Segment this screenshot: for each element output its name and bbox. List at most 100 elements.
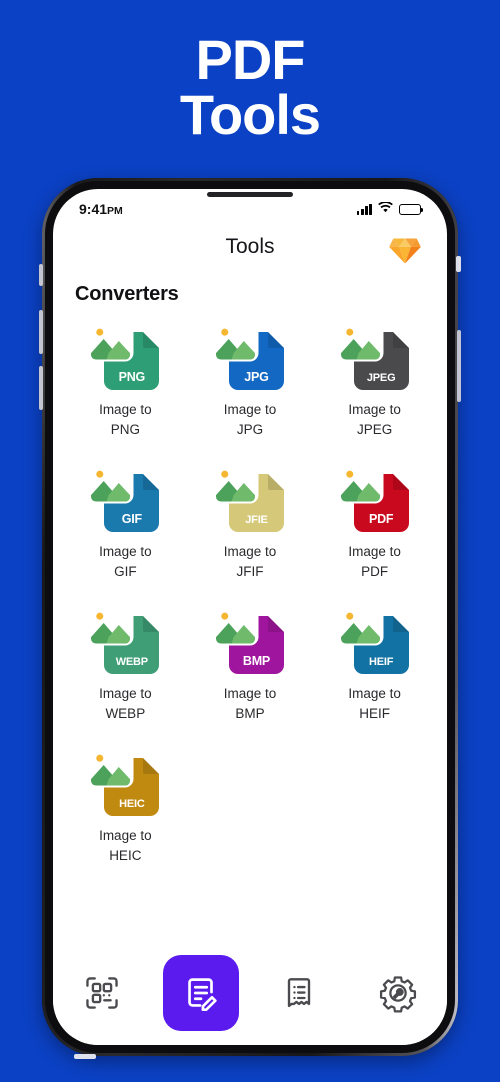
photo-thumbnail (338, 604, 382, 645)
tool-card[interactable]: JFIE Image to JFIF (188, 461, 313, 581)
tool-icon: GIF (89, 461, 161, 533)
file-format-label: JFIE (245, 514, 268, 527)
volume-up-button[interactable] (39, 310, 43, 354)
tool-label: Image to PNG (99, 400, 152, 439)
photo-thumbnail-icon (338, 320, 382, 360)
tool-card[interactable]: JPG Image to JPG (188, 319, 313, 439)
tool-label-line1: Image to (348, 686, 401, 702)
photo-thumbnail-icon (338, 462, 382, 503)
tool-label-line2: PDF (361, 563, 389, 579)
wifi-icon (378, 200, 393, 218)
tool-card[interactable]: HEIF Image to HEIF (312, 603, 437, 723)
photo-thumbnail (89, 320, 133, 360)
tool-label-line2: PNG (110, 421, 140, 437)
photo-thumbnail (213, 462, 257, 503)
tool-label: Image to JPEG (348, 400, 401, 439)
tool-label-line2: JPEG (357, 421, 393, 437)
tool-icon: JFIE (213, 461, 286, 533)
phone-screen: 9:41PM Tools Converters PNG Image to PNG… (53, 189, 447, 1045)
status-time-value: 9:41 (79, 201, 108, 217)
power-button[interactable] (457, 330, 461, 402)
battery-icon (399, 203, 424, 215)
tool-label: Image to PDF (348, 542, 401, 581)
tool-label: Image to GIF (99, 542, 152, 581)
tool-label-line2: GIF (114, 563, 137, 579)
file-format-label: JPG (244, 370, 269, 384)
tool-card[interactable]: PDF Image to PDF (312, 461, 437, 581)
tool-label: Image to HEIF (348, 684, 401, 723)
tool-label-line2: JPG (236, 421, 264, 437)
photo-thumbnail (89, 604, 133, 645)
tool-label-line2: HEIF (359, 705, 391, 721)
side-accessory-button[interactable] (456, 256, 461, 272)
tab-qr-scan[interactable] (53, 973, 152, 1013)
tool-icon: JPG (213, 319, 286, 391)
document-edit-icon (187, 978, 217, 1012)
bottom-tab-bar (53, 941, 447, 1045)
diamond-icon[interactable] (385, 235, 425, 267)
tool-card[interactable]: WEBP Image to WEBP (63, 603, 188, 723)
tool-label-line1: Image to (99, 828, 152, 844)
photo-thumbnail (213, 604, 257, 645)
qr-scan-icon (86, 977, 118, 1009)
tool-label: Image to HEIC (99, 826, 152, 865)
phone-mockup: 9:41PM Tools Converters PNG Image to PNG… (39, 178, 461, 1059)
tool-icon: BMP (213, 603, 286, 675)
tool-icon: PNG (89, 319, 161, 391)
photo-thumbnail-icon (214, 604, 257, 645)
promo-title-line2: Tools (179, 82, 321, 146)
tools-grid: PNG Image to PNG JPG Image to JPG JPEG I… (63, 319, 437, 866)
tab-settings[interactable] (349, 973, 448, 1013)
tool-label: Image to WEBP (99, 684, 152, 723)
file-format-label: BMP (242, 654, 271, 669)
photo-thumbnail (338, 462, 382, 503)
tool-label-line1: Image to (223, 402, 277, 417)
photo-thumbnail-icon (89, 746, 133, 787)
promo-banner: PDF Tools (0, 0, 500, 175)
photo-thumbnail (213, 320, 257, 360)
tool-label-line2: JFIF (236, 563, 264, 579)
tool-label-line2: BMP (235, 705, 265, 721)
tool-label-line1: Image to (348, 544, 401, 560)
status-time: 9:41PM (79, 201, 123, 217)
tab-documents[interactable] (152, 955, 251, 1031)
tool-label-line1: Image to (223, 544, 277, 560)
cellular-signal-icon (356, 203, 372, 215)
file-format-label: JPEG (366, 372, 396, 384)
tool-label-line1: Image to (99, 686, 152, 702)
tab-files[interactable] (250, 973, 349, 1013)
volume-down-button[interactable] (39, 366, 43, 410)
photo-thumbnail (338, 320, 382, 360)
photo-thumbnail-icon (214, 320, 257, 360)
tool-card[interactable]: JPEG Image to JPEG (312, 319, 437, 439)
tool-card[interactable]: HEIC Image to HEIC (63, 745, 188, 865)
file-format-label: PNG (118, 370, 146, 384)
tool-label-line2: WEBP (105, 705, 146, 721)
file-format-label: HEIC (119, 798, 145, 811)
tool-label: Image to JPG (224, 400, 277, 439)
earpiece-speaker (207, 192, 293, 197)
status-indicators (356, 200, 424, 218)
silent-switch-button[interactable] (39, 264, 43, 286)
file-format-label: HEIF (369, 656, 394, 669)
tool-card[interactable]: PNG Image to PNG (63, 319, 188, 439)
tool-icon: JPEG (338, 319, 411, 391)
tool-icon: HEIC (89, 745, 161, 817)
settings-gear-icon (379, 976, 416, 1013)
bottom-port-detail (74, 1054, 96, 1059)
photo-thumbnail-icon (89, 320, 133, 360)
photo-thumbnail (89, 746, 133, 787)
promo-title-line1: PDF (195, 27, 306, 91)
tool-card[interactable]: BMP Image to BMP (188, 603, 313, 723)
tool-label: Image to BMP (224, 684, 277, 723)
tool-label-line1: Image to (99, 402, 152, 417)
photo-thumbnail-icon (89, 462, 133, 503)
tool-label-line1: Image to (223, 686, 277, 702)
section-title-converters: Converters (75, 283, 179, 305)
tool-icon: WEBP (89, 603, 161, 675)
photo-thumbnail (89, 462, 133, 503)
tool-card[interactable]: GIF Image to GIF (63, 461, 188, 581)
photo-thumbnail-icon (338, 604, 382, 645)
receipt-list-icon (288, 978, 311, 1008)
status-time-ampm: PM (107, 205, 123, 217)
